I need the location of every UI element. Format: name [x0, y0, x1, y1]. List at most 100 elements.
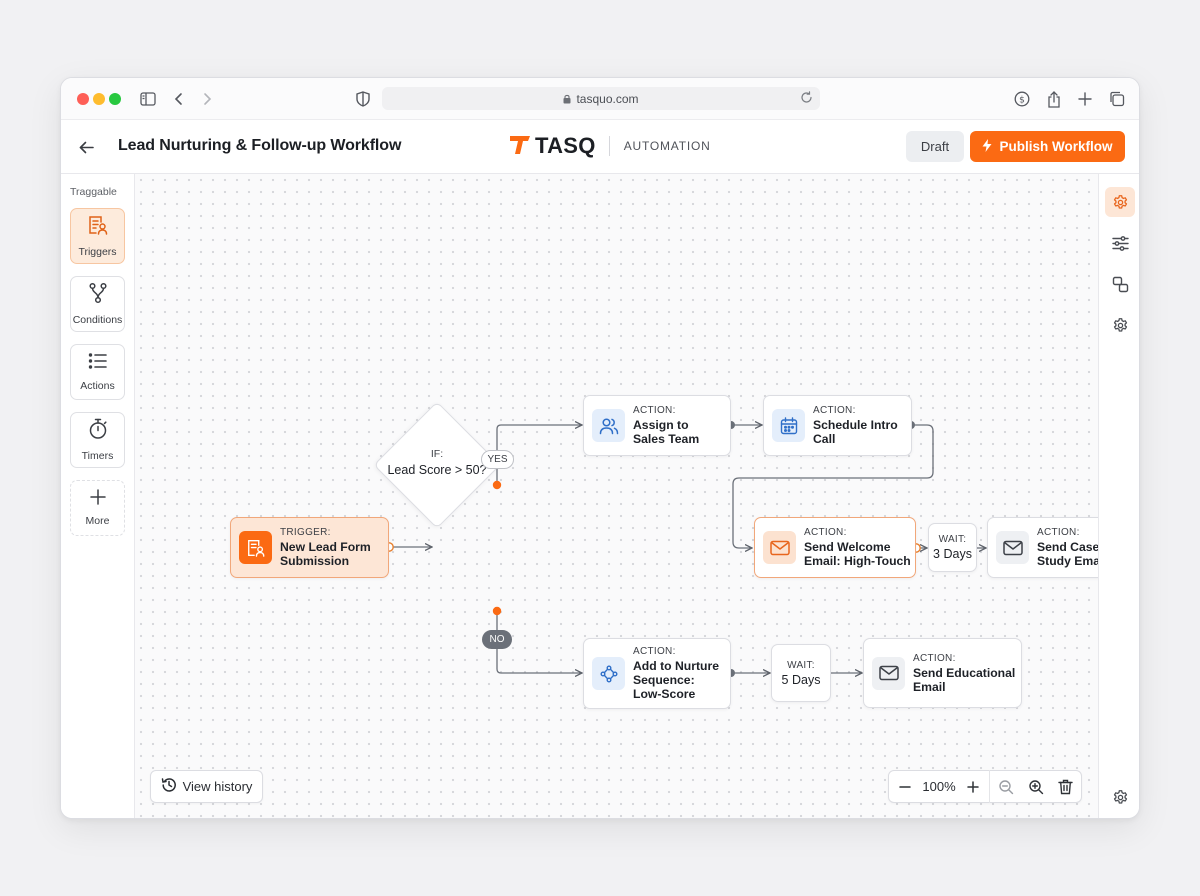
sidebar-item-label: Actions [80, 380, 115, 392]
zoom-decrease-icon[interactable] [889, 771, 921, 802]
zoom-in-icon[interactable] [1021, 771, 1050, 802]
tab-overview-icon[interactable] [1107, 89, 1127, 109]
node-kind: ACTION: [913, 652, 956, 664]
condition-yes-port [492, 480, 502, 490]
browser-window: tasquo.com $ Lead Nurturing & Follow-up … [60, 77, 1140, 819]
mail-icon [763, 531, 796, 564]
node-title: New Lead Form Submission [280, 540, 371, 568]
node-title: Assign to Sales Team [633, 418, 700, 446]
branch-icon [88, 282, 108, 309]
wait-duration: 3 Days [933, 547, 972, 561]
dollar-circle-icon[interactable]: $ [1012, 89, 1032, 109]
trigger-node[interactable]: TRIGGER: New Lead Form Submission [230, 517, 389, 578]
zoom-toolbar: 100% [888, 770, 1082, 803]
share-icon[interactable] [1044, 89, 1064, 109]
link-blocks-icon[interactable] [1105, 269, 1135, 299]
users-icon [592, 409, 625, 442]
action-node-nurture[interactable]: ACTION: Add to Nurture Sequence: Low-Sco… [583, 638, 731, 709]
sidebar-item-label: Conditions [72, 314, 123, 326]
mail-icon [996, 531, 1029, 564]
sidebar-item-actions[interactable]: Actions [70, 344, 125, 400]
sliders-icon[interactable] [1105, 228, 1135, 258]
new-tab-icon[interactable] [1075, 89, 1095, 109]
close-window-button[interactable] [77, 93, 89, 105]
maximize-window-button[interactable] [109, 93, 121, 105]
sidebar-item-timers[interactable]: Timers [70, 412, 125, 468]
address-bar[interactable]: tasquo.com [382, 87, 820, 110]
node-kind: ACTION: [633, 405, 676, 416]
node-kind: ACTION: [1037, 527, 1080, 538]
publish-workflow-button[interactable]: Publish Workflow [970, 131, 1125, 162]
wait-duration: 5 Days [781, 672, 821, 687]
wait-node-3-days[interactable]: WAIT: 3 Days [928, 523, 977, 572]
zoom-level: 100% [922, 779, 956, 794]
sidebar-item-label: More [85, 515, 110, 527]
sidebar-toggle-icon[interactable] [138, 89, 158, 109]
node-kind: ACTION: [804, 527, 847, 538]
yes-branch-label: YES [481, 450, 514, 469]
view-history-button[interactable]: View history [150, 770, 263, 803]
sidebar-item-label: Timers [81, 450, 114, 462]
brand-tagline: AUTOMATION [623, 139, 711, 153]
action-node-welcome[interactable]: ACTION: Send Welcome Email: High-Touch [754, 517, 916, 578]
trigger-form-icon [87, 214, 109, 241]
calendar-icon [772, 409, 805, 442]
minimize-window-button[interactable] [93, 93, 105, 105]
condition-no-port [492, 606, 502, 616]
no-branch-label: NO [482, 630, 512, 649]
wait-node-5-days[interactable]: WAIT: 5 Days [771, 644, 831, 702]
back-arrow-icon[interactable] [75, 136, 97, 158]
browser-toolbar: tasquo.com $ [61, 78, 1139, 120]
lock-icon [563, 94, 571, 104]
mail-icon [872, 656, 905, 690]
connector-lines [384, 421, 1098, 677]
node-title: Add to Nurture Sequence: Low-Score [633, 659, 719, 701]
brand: TASQ AUTOMATION [509, 133, 711, 159]
node-title: Schedule Intro Call [813, 418, 898, 446]
node-title: Send Case Study Email [1037, 540, 1098, 568]
brand-name: TASQ [535, 133, 596, 158]
sidebar-item-conditions[interactable]: Conditions [70, 276, 125, 332]
wait-kind: WAIT: [938, 534, 967, 545]
zoom-increase-icon[interactable] [957, 771, 989, 802]
view-history-label: View history [182, 779, 253, 794]
reload-icon[interactable] [800, 91, 813, 104]
app-header: Lead Nurturing & Follow-up Workflow TASQ… [61, 120, 1139, 174]
forward-nav-icon[interactable] [197, 89, 217, 109]
sidebar-item-label: Triggers [78, 246, 117, 258]
back-nav-icon[interactable] [169, 89, 189, 109]
stopwatch-icon [88, 418, 108, 445]
node-title: Send Welcome Email: High-Touch [804, 540, 911, 568]
sequence-icon [592, 657, 625, 690]
action-node-educational[interactable]: ACTION: Send Educational Email [863, 638, 1022, 708]
settings-rail [1098, 174, 1139, 818]
draft-label: Draft [920, 139, 950, 154]
node-kind: ACTION: [813, 405, 856, 416]
zoom-out-icon[interactable] [990, 771, 1021, 802]
gear-icon[interactable] [1105, 187, 1135, 217]
draft-button[interactable]: Draft [906, 131, 964, 162]
plus-icon [89, 489, 106, 510]
bolt-icon [982, 138, 992, 155]
brand-logo-icon [509, 133, 531, 160]
action-node-assign[interactable]: ACTION: Assign to Sales Team [583, 395, 731, 456]
wait-kind: WAIT: [787, 659, 815, 671]
sidebar-item-more[interactable]: More [70, 480, 125, 536]
gear-icon[interactable] [1105, 782, 1135, 812]
component-sidebar: Traggable Triggers Conditions Actions Ti… [61, 174, 135, 818]
sidebar-item-triggers[interactable]: Triggers [70, 208, 125, 264]
form-user-icon [239, 531, 272, 564]
workflow-canvas[interactable]: TRIGGER: New Lead Form Submission IF: Le… [135, 174, 1098, 818]
action-node-schedule[interactable]: ACTION: Schedule Intro Call [763, 395, 912, 456]
url-text: tasquo.com [576, 91, 639, 106]
history-icon [161, 777, 177, 796]
node-title: Send Educational Email [913, 665, 1016, 694]
workflow-title: Lead Nurturing & Follow-up Workflow [118, 137, 402, 154]
node-kind: TRIGGER: [280, 527, 331, 538]
trash-icon[interactable] [1050, 771, 1081, 802]
shield-icon[interactable] [353, 89, 373, 109]
action-node-casestudy[interactable]: ACTION: Send Case Study Email [987, 517, 1098, 578]
node-kind: ACTION: [633, 646, 676, 657]
gear-icon[interactable] [1105, 310, 1135, 340]
sidebar-header: Traggable [70, 186, 117, 198]
